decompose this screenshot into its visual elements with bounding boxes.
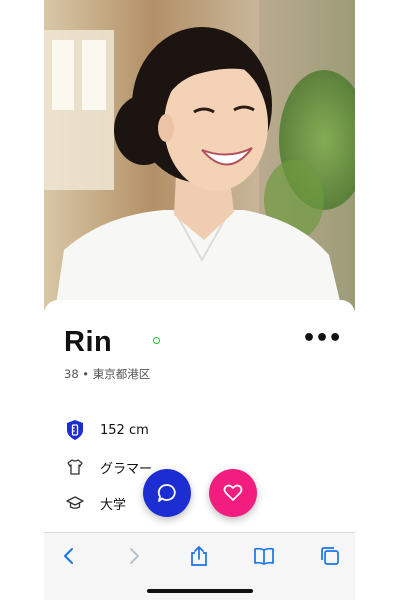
ruler-badge-icon (64, 419, 86, 441)
profile-photo[interactable] (44, 0, 355, 318)
profile-photo-image (44, 0, 355, 318)
shirt-icon (64, 456, 86, 478)
bookmarks-icon[interactable] (251, 543, 277, 569)
profile-age-location: 38 • 東京都港区 (64, 367, 151, 381)
graduation-cap-icon (64, 492, 86, 514)
attribute-body-type: グラマー (64, 455, 152, 479)
tabs-icon[interactable] (317, 543, 343, 569)
profile-name: Rin (64, 326, 113, 358)
chat-bubble-icon (157, 484, 176, 502)
attribute-body-type-label: グラマー (100, 461, 153, 477)
more-options-button[interactable]: ••• (302, 328, 342, 353)
attribute-education: 大学 (64, 491, 126, 515)
attribute-height: 152 cm (64, 418, 149, 442)
heart-icon (223, 484, 243, 501)
share-icon[interactable] (186, 543, 212, 569)
forward-icon[interactable] (121, 543, 147, 569)
profile-card: Rin ••• 38 • 東京都港区 152 cm グラマー 大学 (44, 300, 355, 532)
attribute-education-label: 大学 (100, 497, 127, 513)
back-icon[interactable] (56, 543, 82, 569)
profile-screen: Rin ••• 38 • 東京都港区 152 cm グラマー 大学 (44, 0, 355, 600)
chat-button[interactable] (143, 469, 191, 517)
online-status-dot (153, 337, 160, 344)
home-indicator (147, 589, 253, 593)
like-button[interactable] (209, 469, 257, 517)
attribute-height-label: 152 cm (100, 422, 149, 438)
